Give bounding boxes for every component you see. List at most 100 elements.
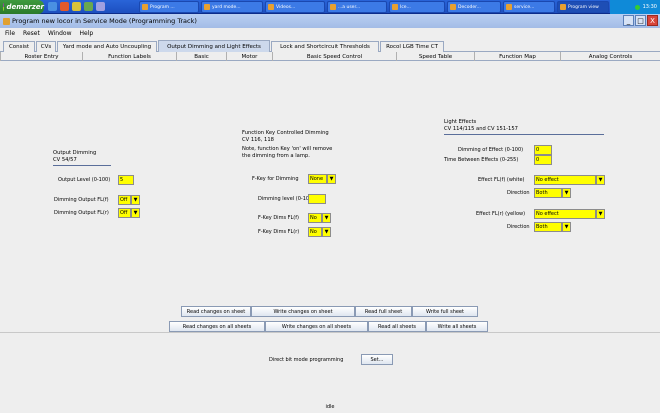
output-dimming-title: Output Dimming [53, 150, 97, 156]
dimming-flf-select[interactable]: Off [118, 195, 131, 205]
subtab-speed-table[interactable]: Speed Table [396, 52, 474, 61]
fkey-dimming-select[interactable]: None [308, 174, 327, 184]
time-between-field[interactable]: 0 [534, 155, 552, 165]
taskbar-button-7[interactable]: service... [503, 1, 555, 13]
dimming-flf-label: Dimming Output FL(f) [54, 197, 109, 203]
taskbar-button-6[interactable]: Decoder... [447, 1, 501, 13]
write-full-sheet-button[interactable]: Write full sheet [412, 306, 478, 317]
fkey-flf-value: No [310, 215, 317, 221]
minimize-button[interactable]: _ [623, 15, 634, 26]
direction-1-select[interactable]: Both [534, 188, 562, 198]
chevron-down-icon[interactable]: ▼ [596, 175, 605, 185]
chevron-down-icon[interactable]: ▼ [562, 188, 571, 198]
close-button[interactable]: X [647, 15, 658, 26]
button-label: Read changes on all sheets [182, 323, 252, 330]
chevron-down-icon[interactable]: ▼ [131, 208, 140, 218]
tab-consist[interactable]: Consist [3, 41, 35, 52]
tab-label: Output Dimming and Light Effects [167, 43, 261, 50]
quicklaunch-folder-icon[interactable] [72, 2, 81, 11]
dim-effect-field[interactable]: 0 [534, 145, 552, 155]
chevron-down-icon[interactable]: ▼ [562, 222, 571, 232]
subtab-basic[interactable]: Basic [176, 52, 226, 61]
maximize-button[interactable]: □ [635, 15, 646, 26]
read-changes-all-button[interactable]: Read changes on all sheets [169, 321, 265, 332]
quicklaunch-desktop-icon[interactable] [96, 2, 105, 11]
subtab-motor[interactable]: Motor [226, 52, 272, 61]
read-full-sheet-button[interactable]: Read full sheet [355, 306, 412, 317]
dim-effect-value: 0 [536, 147, 540, 153]
fkey-flr-select[interactable]: No [308, 227, 322, 237]
system-tray: 13:30 [610, 0, 660, 14]
chevron-down-icon[interactable]: ▼ [322, 213, 331, 223]
subtab-roster-entry[interactable]: Roster Entry [0, 52, 82, 61]
menu-help[interactable]: Help [79, 30, 93, 37]
chevron-down-icon[interactable]: ▼ [596, 209, 605, 219]
effect-white-select[interactable]: No effect [534, 175, 596, 185]
taskbar-button-label: ...a user... [338, 4, 361, 10]
quicklaunch-ie-icon[interactable] [48, 2, 57, 11]
effect-yellow-value: No effect [536, 211, 559, 217]
menu-reset[interactable]: Reset [23, 30, 40, 37]
direct-bit-label: Direct bit mode programming [269, 357, 344, 363]
menu-bar: File Reset Window Help [0, 28, 660, 38]
effect-yellow-select[interactable]: No effect [534, 209, 596, 219]
subtab-label: Function Labels [108, 53, 151, 60]
effect-white-value: No effect [536, 177, 559, 183]
chevron-down-icon[interactable]: ▼ [131, 195, 140, 205]
taskbar-button-5[interactable]: Ice... [389, 1, 445, 13]
fkey-flr-label: F-Key Dims FL(r) [258, 229, 300, 235]
dimming-flr-select[interactable]: Off [118, 208, 131, 218]
write-changes-sheet-button[interactable]: Write changes on sheet [251, 306, 355, 317]
function-key-note-1: Note, function Key 'on' will remove [242, 146, 333, 152]
taskbar-button-label: yard mode... [212, 4, 241, 10]
output-level-value: 5 [120, 177, 124, 183]
function-key-note-2: the dimming from a lamp. [242, 153, 310, 159]
minimize-icon: _ [626, 16, 631, 25]
direction-2-select[interactable]: Both [534, 222, 562, 232]
menu-window[interactable]: Window [48, 30, 72, 37]
fkey-flf-select[interactable]: No [308, 213, 322, 223]
write-all-sheets-button[interactable]: Write all sheets [426, 321, 488, 332]
dimming-level-field[interactable] [308, 194, 326, 204]
quicklaunch-app-icon[interactable] [84, 2, 93, 11]
button-label: Read all sheets [377, 323, 417, 330]
quicklaunch-firefox-icon[interactable] [60, 2, 69, 11]
tab-cvs[interactable]: CVs [36, 41, 56, 52]
taskbar-button-3[interactable]: Videos... [265, 1, 325, 13]
subtab-function-labels[interactable]: Function Labels [82, 52, 176, 61]
read-changes-sheet-button[interactable]: Read changes on sheet [181, 306, 251, 317]
button-label: Set... [370, 356, 384, 363]
clock: 13:30 [642, 4, 657, 10]
light-effects-cv: CV 114/115 and CV 151-157 [444, 126, 518, 132]
taskbar-button-label: Program ... [150, 4, 175, 10]
output-level-field[interactable]: 5 [118, 175, 134, 185]
subtab-function-map[interactable]: Function Map [474, 52, 560, 61]
maximize-icon: □ [637, 16, 644, 25]
read-all-sheets-button[interactable]: Read all sheets [368, 321, 426, 332]
start-button[interactable]: demarzer [0, 0, 44, 14]
taskbar-button-4[interactable]: ...a user... [327, 1, 387, 13]
subtab-basic-speed-control[interactable]: Basic Speed Control [272, 52, 396, 61]
tab-rocol-lgb[interactable]: Rocol LGB Time CT [380, 41, 444, 52]
tab-lock-shortcircuit[interactable]: Lock and Shortcircuit Thresholds [271, 41, 379, 52]
tab-label: CVs [40, 44, 52, 50]
light-effects-title: Light Effects [444, 119, 477, 125]
set-button[interactable]: Set... [361, 354, 393, 365]
output-dimming-divider [53, 165, 111, 166]
chevron-down-icon[interactable]: ▼ [322, 227, 331, 237]
app-icon [204, 4, 210, 10]
tab-yard-mode[interactable]: Yard mode and Auto Uncoupling [57, 41, 157, 52]
taskbar-button-2[interactable]: yard mode... [201, 1, 263, 13]
chevron-down-icon[interactable]: ▼ [327, 174, 336, 184]
app-icon [560, 4, 566, 10]
taskbar-button-1[interactable]: Program ... [139, 1, 199, 13]
window-titlebar[interactable]: Program new locor in Service Mode (Progr… [0, 14, 660, 28]
menu-file[interactable]: File [5, 30, 15, 37]
write-changes-all-button[interactable]: Write changes on all sheets [265, 321, 368, 332]
tab-output-dimming[interactable]: Output Dimming and Light Effects [158, 40, 270, 52]
start-label: demarzer [6, 3, 44, 11]
taskbar-button-8[interactable]: Program view [557, 1, 609, 13]
subtab-analog-controls[interactable]: Analog Controls [560, 52, 660, 61]
taskbar-button-label: Program view [568, 4, 599, 10]
java-cup-icon [3, 17, 10, 25]
